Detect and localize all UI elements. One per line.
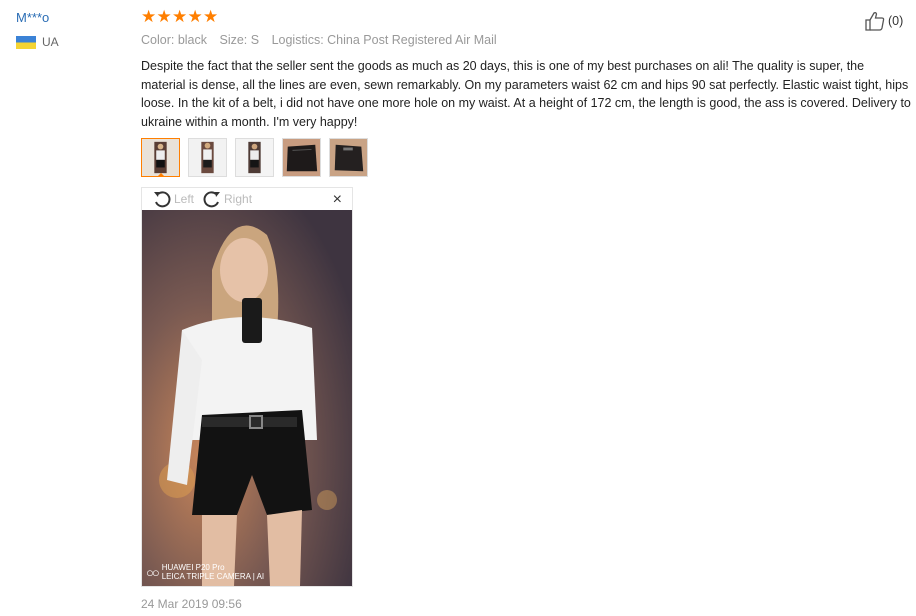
thumbs-up-icon (865, 12, 885, 31)
star-icon: ★ (141, 7, 157, 26)
helpful-button[interactable]: (0) (864, 10, 903, 32)
review-text: Despite the fact that the seller sent th… (141, 59, 911, 129)
order-details: Color: black Size: S Logistics: China Po… (141, 33, 506, 47)
ukraine-flag-icon (16, 35, 36, 49)
star-rating: ★ ★ ★ ★ ★ (141, 7, 219, 26)
star-icon: ★ (156, 7, 172, 26)
reviewer-name[interactable]: M***o (16, 10, 59, 25)
star-icon: ★ (172, 7, 188, 26)
review-photo-large: ○○ HUAWEI P20 Pro LEICA TRIPLE CAMERA | … (142, 210, 352, 586)
photo-thumbnail[interactable] (188, 138, 227, 177)
review-photo-thumbnails (141, 138, 376, 177)
helpful-count: (0) (888, 14, 904, 28)
rotate-right-button[interactable]: Right (202, 189, 252, 209)
photo-thumbnail[interactable] (141, 138, 180, 177)
photo-thumbnail[interactable] (329, 138, 368, 177)
review-date: 24 Mar 2019 09:56 (141, 597, 242, 611)
star-icon: ★ (187, 7, 203, 26)
photo-viewer: Left Right × ○○ HUAWEI P20 Pro LEICA TRI… (141, 187, 353, 587)
order-color: Color: black (141, 33, 207, 47)
watermark-model: HUAWEI P20 Pro (161, 563, 225, 572)
rotate-right-icon (203, 191, 221, 208)
star-icon: ★ (203, 7, 219, 26)
order-size: Size: S (219, 33, 260, 47)
photo-thumbnail[interactable] (282, 138, 321, 177)
country-code: UA (42, 35, 59, 49)
camera-watermark: ○○ HUAWEI P20 Pro LEICA TRIPLE CAMERA | … (146, 563, 264, 581)
rotate-left-button[interactable]: Left (152, 189, 194, 209)
rotate-right-label: Right (224, 192, 253, 206)
watermark-camera: LEICA TRIPLE CAMERA | AI (161, 572, 265, 581)
camera-logo-icon: ○○ (146, 564, 160, 580)
rotate-left-label: Left (174, 192, 195, 206)
order-logistics: Logistics: China Post Registered Air Mai… (271, 33, 497, 47)
rotate-left-icon (154, 191, 171, 208)
reviewer-country: UA (16, 35, 59, 49)
close-icon[interactable]: × (333, 191, 342, 209)
reviewer-info: M***o UA (16, 10, 59, 49)
viewer-toolbar: Left Right × (142, 188, 352, 210)
photo-thumbnail[interactable] (235, 138, 274, 177)
